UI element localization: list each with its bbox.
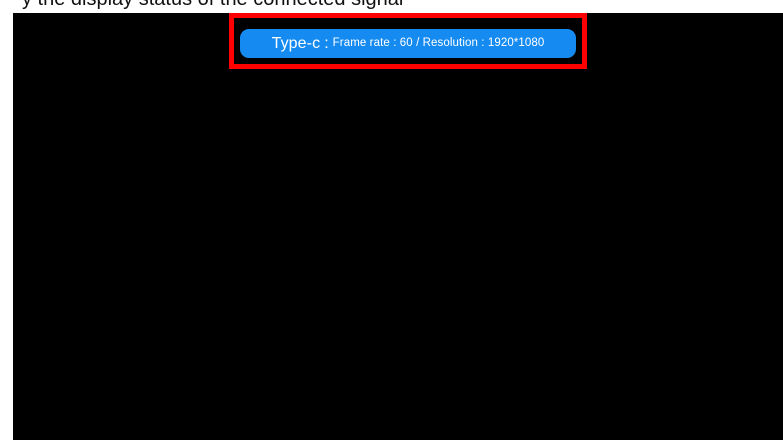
cropped-caption-text: y the display status of the connected si… (0, 0, 783, 11)
screenshot-page: y the display status of the connected si… (0, 0, 783, 440)
red-highlight-box (229, 13, 587, 69)
display-screen (13, 13, 783, 440)
